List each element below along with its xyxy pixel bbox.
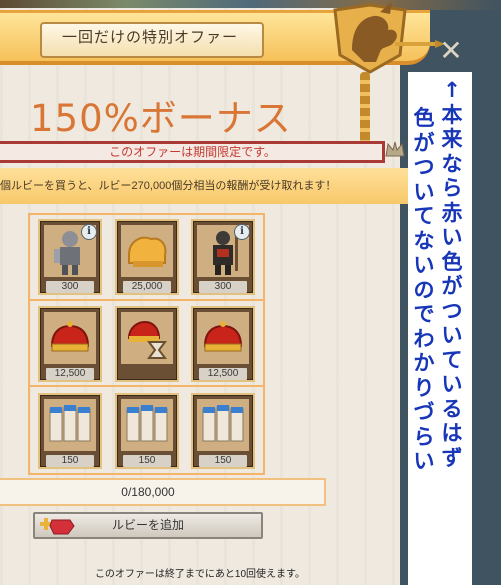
hanging-chain <box>360 72 370 148</box>
reward-amount: 300 <box>46 281 94 293</box>
reward-cell-scrolls[interactable]: 150 <box>191 393 255 469</box>
crown-hourglass-icon <box>121 312 173 364</box>
crown-icon <box>44 312 96 364</box>
annotation-text-right: ↑本来なら赤い色がついているはず <box>441 78 463 470</box>
reward-amount: 150 <box>46 455 94 467</box>
crown-icon <box>197 312 249 364</box>
scroll-bundle-icon <box>197 399 249 451</box>
info-icon[interactable]: i <box>234 224 250 240</box>
add-rubies-label: ルビーを追加 <box>111 518 184 532</box>
scroll-bundle-icon <box>44 399 96 451</box>
annotation-text-left: 色がついてないのでわかりづらい <box>413 106 435 473</box>
reward-amount: 150 <box>123 455 171 467</box>
reward-amount: 12,500 <box>199 368 247 380</box>
reward-cell-crown[interactable]: 12,500 <box>191 306 255 382</box>
reward-amount: 300 <box>199 281 247 293</box>
reward-cell-crown[interactable]: 12,500 <box>38 306 102 382</box>
reward-cell-knight[interactable]: i 300 <box>38 219 102 295</box>
reward-cell-crown-hourglass[interactable] <box>115 306 179 382</box>
reward-cell-scrolls[interactable]: 150 <box>115 393 179 469</box>
info-icon[interactable]: i <box>81 224 97 240</box>
reward-description: 個ルビーを買うと、ルビー270,000個分相当の報酬が受け取れます！ <box>0 180 337 192</box>
ruby-progress-value: 0/180,000 <box>121 485 175 499</box>
reward-cell-food[interactable]: 25,000 <box>115 219 179 295</box>
grid-divider <box>28 385 265 387</box>
scroll-bundle-icon <box>121 399 173 451</box>
crown-ornament-icon <box>385 141 405 157</box>
reward-cell-warrior[interactable]: i 300 <box>191 219 255 295</box>
grid-divider <box>28 299 265 301</box>
reward-cell-scrolls[interactable]: 150 <box>38 393 102 469</box>
reward-amount: 12,500 <box>46 368 94 380</box>
limited-time-text: このオファーは期間限定です。 <box>109 145 276 159</box>
close-button[interactable]: ✕ <box>438 37 464 65</box>
reward-amount: 25,000 <box>123 281 171 293</box>
reward-amount: 150 <box>199 455 247 467</box>
dialog-title: 一回だけの特別オファー <box>61 29 238 46</box>
uses-remaining-text: このオファーは終了までにあと10回使えます。 <box>94 569 306 580</box>
bonus-headline: 150%ボーナス <box>30 97 292 140</box>
bread-food-icon <box>121 225 173 277</box>
